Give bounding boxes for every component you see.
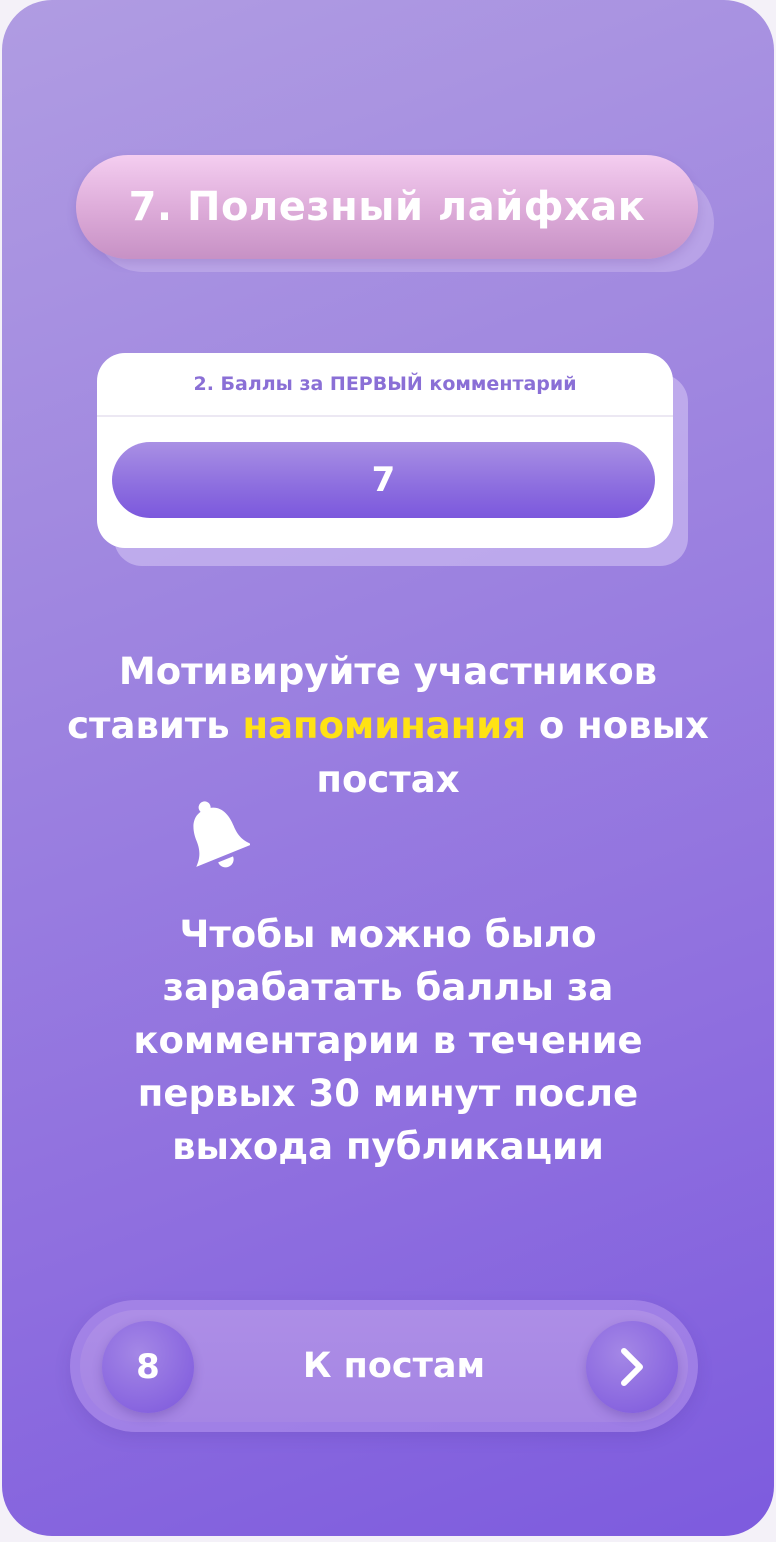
to-posts-link[interactable]: К постам xyxy=(200,1310,588,1422)
body-text: Чтобы можно было зарабатать баллы за ком… xyxy=(133,913,643,1168)
next-button[interactable] xyxy=(586,1321,678,1413)
bell-icon xyxy=(193,801,250,868)
setting-card: 2. Баллы за ПЕРВЫЙ комментарий 7 xyxy=(97,353,673,548)
headline-highlight: напоминания xyxy=(242,704,526,747)
page-title: 7. Полезный лайфхак xyxy=(128,184,646,230)
chevron-right-icon xyxy=(621,1348,643,1386)
setting-label: 2. Баллы за ПЕРВЫЙ комментарий xyxy=(97,353,673,417)
page-number-badge: 8 xyxy=(102,1321,194,1413)
bottom-nav: 8 К постам xyxy=(70,1300,698,1432)
title-pill: 7. Полезный лайфхак xyxy=(76,155,698,259)
headline: Мотивируйте участников ставить напоминан… xyxy=(62,645,714,807)
lifehack-card: 7. Полезный лайфхак 2. Баллы за ПЕРВЫЙ к… xyxy=(2,0,774,1536)
bottom-nav-inner: 8 К постам xyxy=(80,1310,688,1422)
setting-value-field[interactable]: 7 xyxy=(112,442,655,518)
